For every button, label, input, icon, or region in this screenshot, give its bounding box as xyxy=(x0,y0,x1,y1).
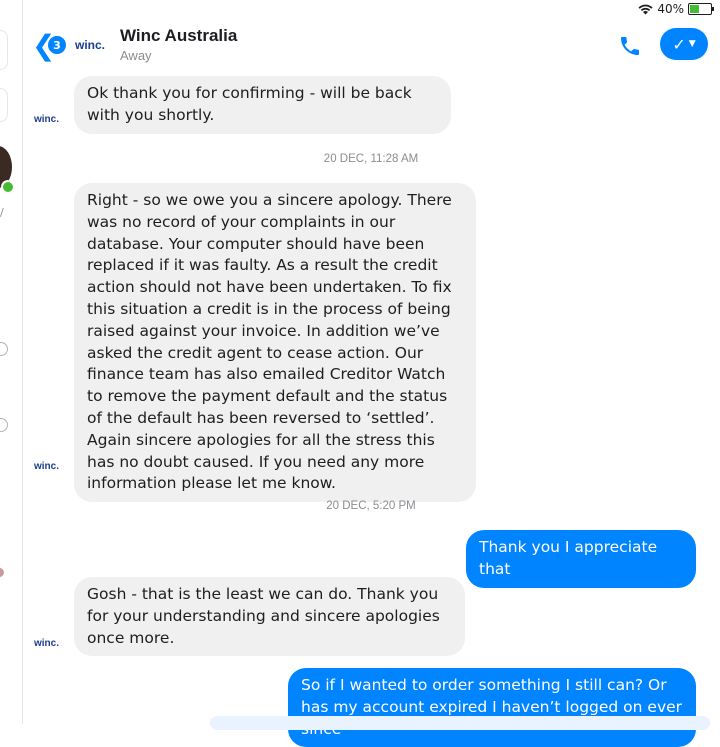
sender-avatar: winc. xyxy=(34,114,59,125)
sender-avatar-text: winc. xyxy=(34,461,60,472)
avatar-dot-icon xyxy=(0,568,4,577)
slash-icon: / xyxy=(0,206,4,219)
compose-bar[interactable] xyxy=(210,716,710,730)
seen-check-icon xyxy=(0,418,8,432)
message-bubble-incoming[interactable]: Right - so we owe you a sincere apology.… xyxy=(74,183,476,503)
message-thread: Ok thank you for confirming - will be ba… xyxy=(22,0,720,747)
seen-check-icon xyxy=(0,342,8,356)
sender-avatar-text: winc. xyxy=(34,638,60,649)
sender-avatar-text: winc. xyxy=(34,114,60,125)
online-indicator-icon xyxy=(1,180,15,194)
message-bubble-incoming[interactable]: Gosh - that is the least we can do. Than… xyxy=(74,577,465,657)
sender-avatar: winc. xyxy=(34,461,59,472)
timestamp: 20 DEC, 5:20 PM xyxy=(326,500,416,512)
message-bubble-incoming[interactable]: Ok thank you for confirming - will be ba… xyxy=(74,76,451,134)
conversation-card[interactable] xyxy=(0,88,8,122)
timestamp: 20 DEC, 11:28 AM xyxy=(323,153,419,165)
conversation-card[interactable] xyxy=(0,30,8,70)
message-bubble-outgoing[interactable]: Thank you I appreciate that xyxy=(466,530,696,588)
conversation-list-edge: / xyxy=(0,0,23,724)
sender-avatar: winc. xyxy=(34,638,59,649)
message-bubble-outgoing[interactable]: So if I wanted to order something I stil… xyxy=(288,668,696,747)
